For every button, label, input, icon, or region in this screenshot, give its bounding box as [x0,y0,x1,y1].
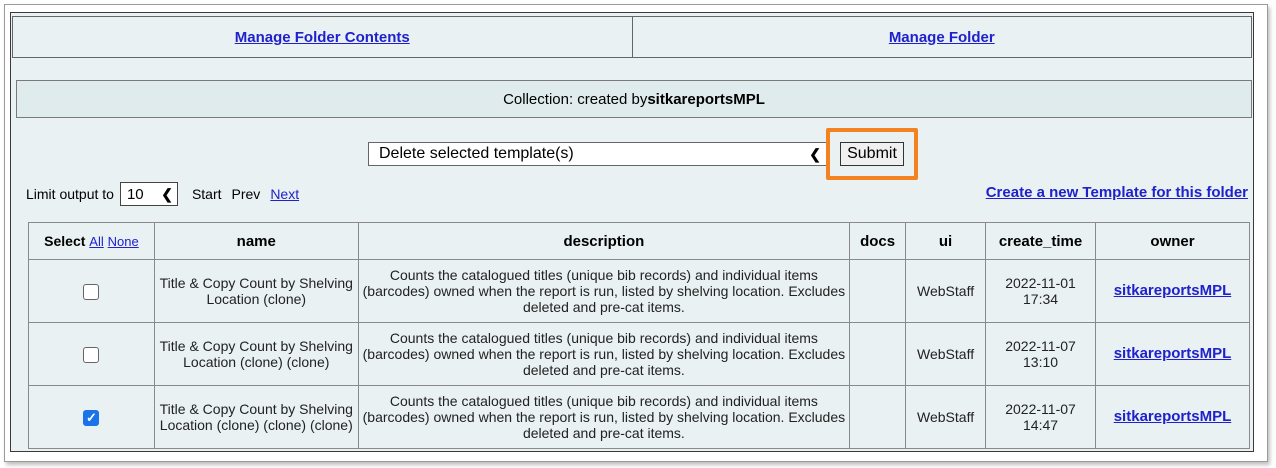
name-column-header[interactable]: name [153,222,359,260]
create-template-link[interactable]: Create a new Template for this folder [986,184,1248,201]
limit-select-value: 10 [126,185,144,203]
action-select[interactable]: Delete selected template(s) ❮ [368,142,828,166]
action-bar: Delete selected template(s) ❮ [368,140,828,168]
select-cell [28,259,155,323]
table-row: Title & Copy Count by Shelving Location … [28,322,1250,386]
prev-label: Prev [231,186,261,202]
owner-link[interactable]: sitkareportsMPL [1114,408,1232,425]
select-column-header: Select All None [28,222,155,260]
select-none-link[interactable]: None [108,234,139,249]
description-cell: Counts the catalogued titles (unique bib… [357,322,851,386]
table-row: ✓ Title & Copy Count by Shelving Locatio… [28,385,1250,449]
owner-cell: sitkareportsMPL [1095,385,1250,449]
docs-column-header[interactable]: docs [849,222,907,260]
manage-folder-link[interactable]: Manage Folder [889,29,995,46]
row-checkbox-checked[interactable]: ✓ [83,409,100,426]
create-time-cell: 2022-11-01 17:34 [985,259,1096,323]
name-cell: Title & Copy Count by Shelving Location … [153,385,359,449]
ui-column-header[interactable]: ui [905,222,987,260]
owner-cell: sitkareportsMPL [1095,322,1250,386]
description-column-header[interactable]: description [357,222,851,260]
owner-link[interactable]: sitkareportsMPL [1114,345,1232,362]
create-time-cell: 2022-11-07 13:10 [985,322,1096,386]
limit-select[interactable]: 10 ❮ [119,182,178,206]
folder-nav: Manage Folder Contents Manage Folder [12,16,1252,58]
description-cell: Counts the catalogued titles (unique bib… [357,385,851,449]
ui-cell: WebStaff [905,259,987,323]
ui-cell: WebStaff [905,385,987,449]
table-header-row: Select All None name description docs ui… [28,222,1250,260]
manage-folder-contents-link[interactable]: Manage Folder Contents [235,29,410,46]
name-cell: Title & Copy Count by Shelving Location … [153,259,359,323]
select-all-link[interactable]: All [89,234,103,249]
collection-creator: sitkareportsMPL [647,90,765,108]
paging-controls: Limit output to 10 ❮ Start Prev Next [26,180,299,208]
ui-cell: WebStaff [905,322,987,386]
name-cell: Title & Copy Count by Shelving Location … [153,322,359,386]
limit-chevron-down-icon: ❮ [161,185,173,202]
nav-cell-contents: Manage Folder Contents [13,17,632,57]
row-checkbox[interactable] [83,283,100,300]
owner-column-header[interactable]: owner [1095,222,1250,260]
owner-link[interactable]: sitkareportsMPL [1114,282,1232,299]
chevron-down-icon: ❮ [809,145,821,162]
docs-cell [849,322,907,386]
select-header-label: Select [44,233,86,249]
table-row: Title & Copy Count by Shelving Location … [28,259,1250,323]
next-link[interactable]: Next [270,186,299,202]
docs-cell [849,385,907,449]
docs-cell [849,259,907,323]
create-time-column-header[interactable]: create_time [985,222,1096,260]
start-label: Start [191,186,222,202]
create-time-cell: 2022-11-07 14:47 [985,385,1096,449]
submit-button[interactable]: Submit [840,142,904,166]
nav-cell-folder: Manage Folder [631,17,1252,57]
templates-table: Select All None name description docs ui… [28,222,1250,449]
select-cell: ✓ [28,385,155,449]
collection-prefix: Collection: created by [503,90,648,108]
limit-label: Limit output to [26,186,114,202]
description-cell: Counts the catalogued titles (unique bib… [357,259,851,323]
collection-header: Collection: created by sitkareportsMPL [16,80,1252,118]
row-checkbox[interactable] [83,346,100,363]
select-cell [28,322,155,386]
action-select-value: Delete selected template(s) [379,145,574,162]
owner-cell: sitkareportsMPL [1095,259,1250,323]
